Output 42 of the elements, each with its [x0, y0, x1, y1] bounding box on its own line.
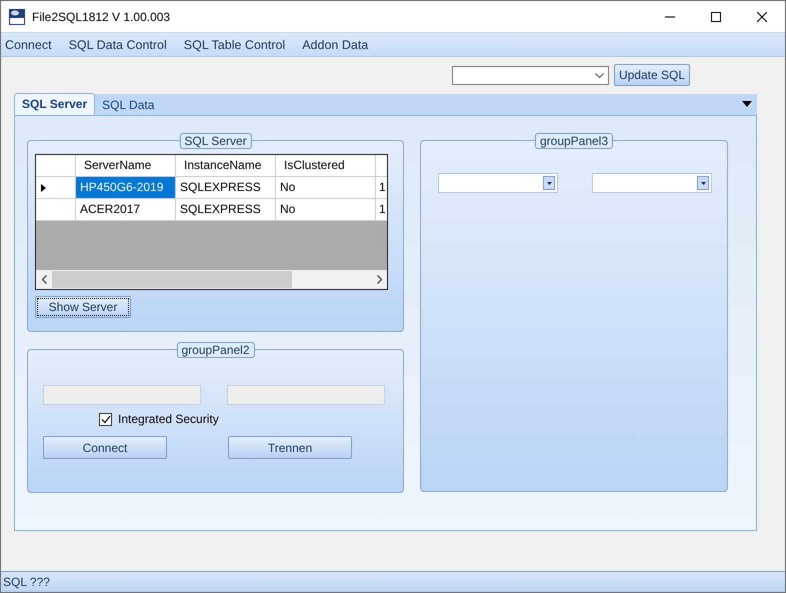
group-title: groupPanel2	[176, 342, 255, 358]
table-cell: SQLEXPRESS	[176, 177, 276, 199]
database-icon	[9, 8, 25, 24]
update-button[interactable]: Update SQL	[614, 64, 690, 86]
menu-item[interactable]: SQL Data Control	[68, 38, 167, 52]
table-cell: ACER2017	[76, 199, 176, 221]
menu-item[interactable]: SQL Table Control	[184, 38, 286, 52]
status-bar: SQL ???	[1, 571, 785, 592]
menu-item[interactable]: Addon Data	[302, 38, 368, 52]
column-header	[376, 155, 387, 177]
group-title: groupPanel3	[534, 133, 614, 149]
show-server-button[interactable]: Show Server	[35, 296, 131, 318]
tab[interactable]: SQL Server	[14, 93, 96, 115]
row-header[interactable]	[36, 177, 76, 199]
checkbox-label: Integrated Security	[118, 412, 219, 426]
combo-box[interactable]	[438, 173, 558, 193]
row-pointer-icon	[41, 184, 46, 192]
dropdown-arrow-icon[interactable]	[742, 101, 752, 107]
combo-box[interactable]	[452, 66, 609, 84]
column-header[interactable]: ServerName	[76, 155, 176, 177]
table-cell: No	[276, 177, 376, 199]
table-cell: 1	[376, 199, 387, 221]
table-cell: SQLEXPRESS	[176, 199, 276, 221]
tab[interactable]: SQL Data	[95, 95, 162, 115]
horizontal-scrollbar[interactable]	[36, 270, 387, 289]
text-field[interactable]	[43, 385, 201, 405]
window-title: File2SQL1812 V 1.00.003	[32, 10, 170, 24]
action-button[interactable]: Connect	[43, 436, 167, 459]
chevron-down-icon	[595, 72, 604, 78]
table-cell: 1	[376, 177, 387, 199]
group-title: SQL Server	[179, 133, 252, 149]
row-header	[36, 155, 76, 177]
menu-item[interactable]: Connect	[5, 38, 52, 52]
column-header[interactable]: InstanceName	[176, 155, 276, 177]
text-field[interactable]	[227, 385, 385, 405]
scroll-thumb[interactable]	[52, 271, 292, 288]
combo-box[interactable]	[592, 173, 712, 193]
column-header[interactable]: IsClustered	[276, 155, 376, 177]
checkbox[interactable]	[99, 412, 112, 426]
action-button[interactable]: Trennen	[228, 436, 352, 459]
table-cell: No	[276, 199, 376, 221]
table-cell: HP450G6-2019	[76, 177, 176, 199]
